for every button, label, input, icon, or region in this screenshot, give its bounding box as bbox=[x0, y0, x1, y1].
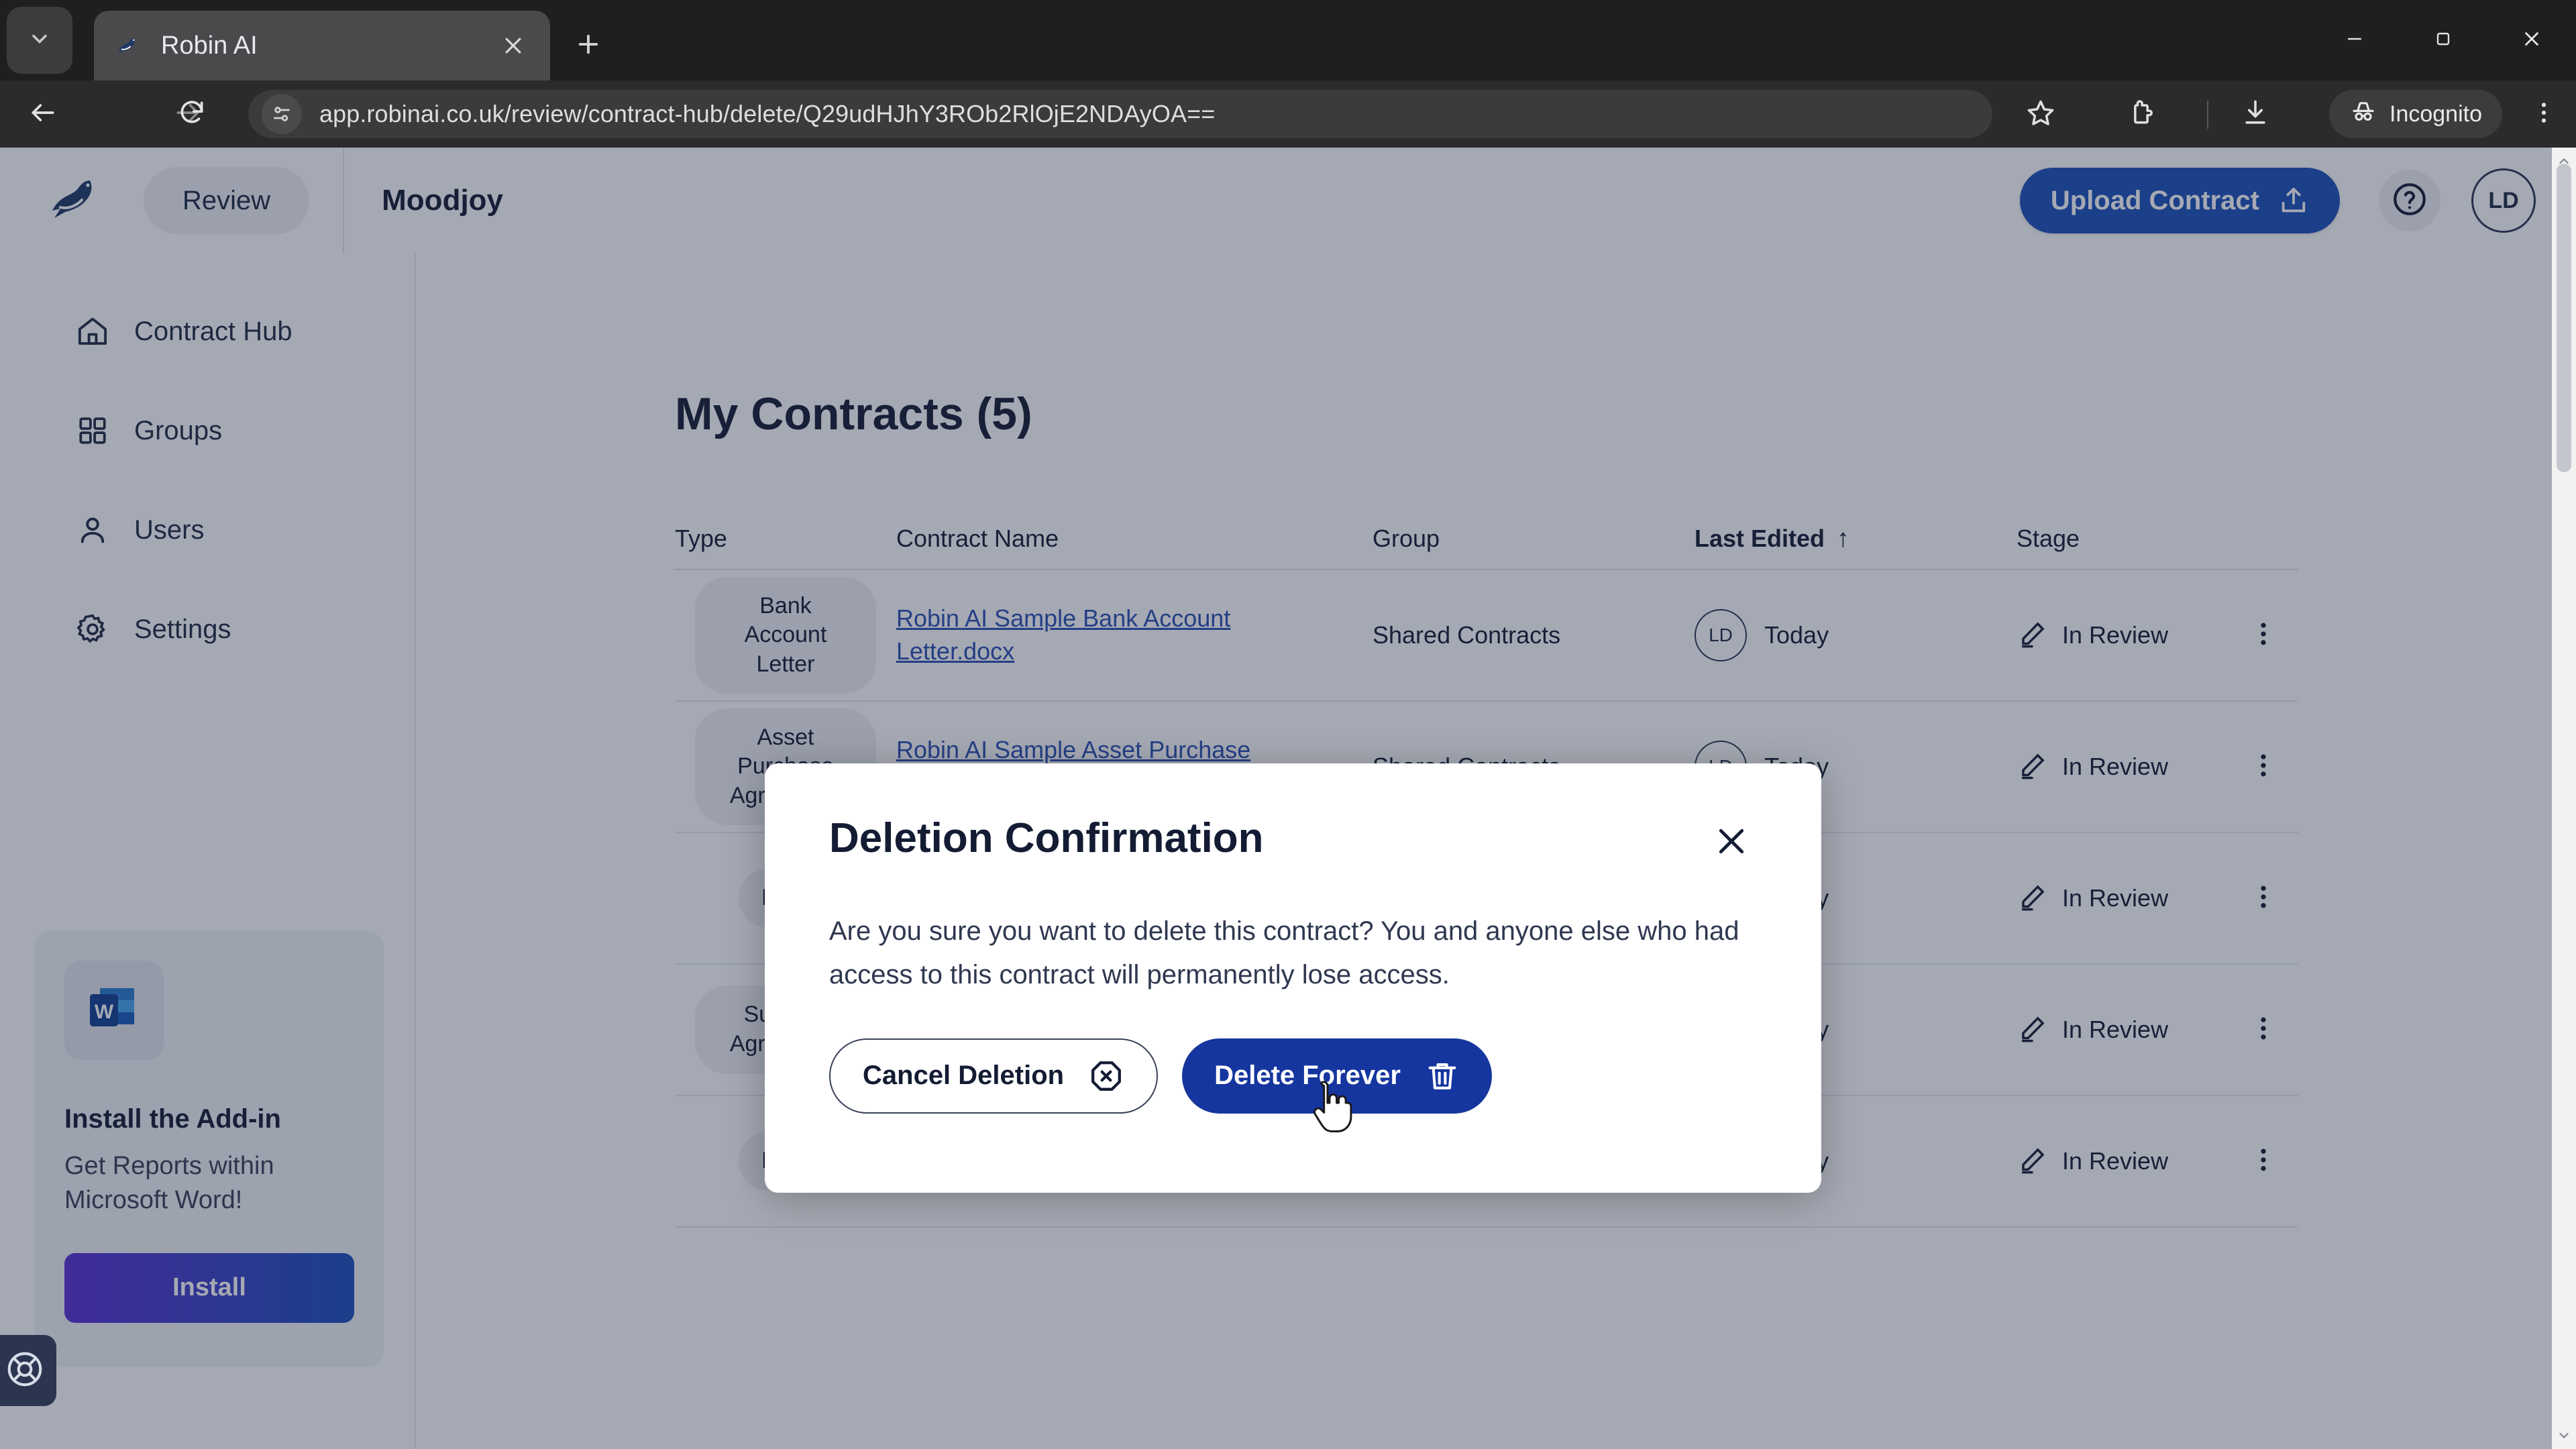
reload-button-real[interactable] bbox=[170, 93, 213, 136]
browser-tab-strip: Robin AI bbox=[0, 0, 2576, 80]
maximize-icon bbox=[2432, 28, 2454, 53]
scrollbar-thumb[interactable] bbox=[2557, 164, 2571, 472]
browser-tab[interactable]: Robin AI bbox=[94, 11, 550, 80]
window-controls bbox=[2310, 0, 2576, 80]
window-close-button[interactable] bbox=[2487, 0, 2576, 80]
deletion-confirmation-modal: Deletion Confirmation Are you sure you w… bbox=[765, 763, 1821, 1193]
minimize-icon bbox=[2343, 28, 2366, 54]
circle-x-icon bbox=[1088, 1058, 1124, 1094]
chevron-down-icon bbox=[28, 27, 52, 54]
download-icon bbox=[2241, 98, 2270, 131]
window-minimize-button[interactable] bbox=[2310, 0, 2399, 80]
modal-title: Deletion Confirmation bbox=[829, 815, 1264, 861]
incognito-label: Incognito bbox=[2390, 101, 2482, 127]
cancel-deletion-label: Cancel Deletion bbox=[863, 1061, 1065, 1091]
tab-title: Robin AI bbox=[161, 31, 258, 60]
toolbar-divider bbox=[2207, 101, 2208, 129]
extensions-puzzle-icon bbox=[2127, 98, 2156, 131]
star-icon bbox=[2026, 98, 2055, 131]
modal-close-button[interactable] bbox=[1706, 817, 1757, 868]
scroll-down-arrow-icon[interactable] bbox=[2552, 1424, 2576, 1448]
three-dot-menu-icon bbox=[2530, 99, 2557, 129]
modal-actions: Cancel Deletion Delete Forever bbox=[829, 1038, 1757, 1114]
site-settings-icon[interactable] bbox=[262, 94, 302, 134]
screenshot-root: Robin AI app.robinai.co.uk/review/contra… bbox=[0, 0, 2576, 1449]
close-icon bbox=[1712, 822, 1751, 864]
back-arrow-icon bbox=[28, 98, 58, 131]
incognito-indicator[interactable]: Incognito bbox=[2329, 90, 2502, 138]
lifebuoy-icon bbox=[4, 1348, 46, 1393]
cancel-deletion-button[interactable]: Cancel Deletion bbox=[829, 1038, 1159, 1114]
incognito-hat-icon bbox=[2349, 99, 2377, 130]
downloads-button[interactable] bbox=[2234, 93, 2277, 136]
extensions-button[interactable] bbox=[2120, 93, 2163, 136]
reload-icon bbox=[177, 98, 207, 131]
support-widget-button[interactable] bbox=[0, 1335, 56, 1406]
trash-icon bbox=[1425, 1059, 1460, 1093]
modal-body-text: Are you sure you want to delete this con… bbox=[829, 916, 1739, 989]
tab-close-icon[interactable] bbox=[495, 28, 531, 64]
page-scrollbar[interactable] bbox=[2552, 148, 2576, 1449]
modal-header: Deletion Confirmation bbox=[829, 814, 1757, 868]
window-maximize-button[interactable] bbox=[2399, 0, 2487, 80]
tab-search-chevron-button[interactable] bbox=[7, 7, 72, 74]
address-bar-url: app.robinai.co.uk/review/contract-hub/de… bbox=[319, 100, 1216, 127]
new-tab-button[interactable] bbox=[567, 24, 610, 67]
plus-icon bbox=[574, 30, 602, 62]
browser-toolbar: app.robinai.co.uk/review/contract-hub/de… bbox=[0, 80, 2576, 148]
bookmark-button[interactable] bbox=[2019, 93, 2062, 136]
back-button[interactable] bbox=[21, 93, 64, 136]
mouse-cursor bbox=[1308, 1077, 1358, 1142]
window-close-icon bbox=[2520, 28, 2543, 54]
app-viewport: Review Moodjoy Upload Contract LD Contra… bbox=[0, 148, 2576, 1449]
address-bar[interactable]: app.robinai.co.uk/review/contract-hub/de… bbox=[248, 90, 1992, 138]
browser-menu-button[interactable] bbox=[2522, 93, 2565, 136]
robin-bird-favicon bbox=[113, 30, 144, 61]
